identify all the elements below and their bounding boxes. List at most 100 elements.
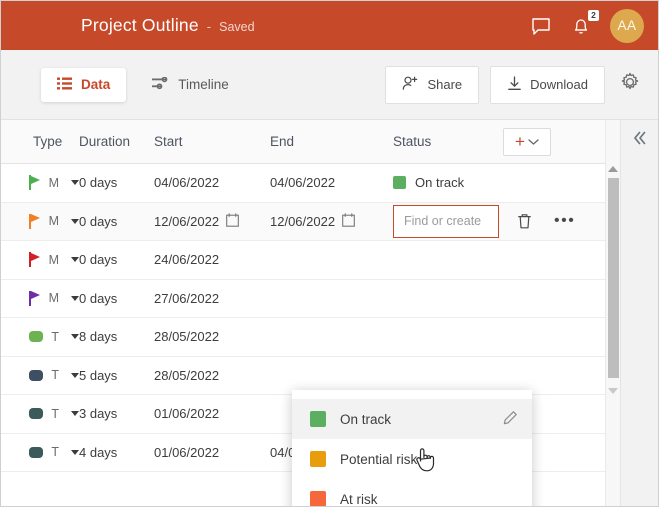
table-row[interactable]: M0 days 04/06/2022 04/06/2022 On track xyxy=(1,164,605,203)
cell-end[interactable]: 12/06/2022 xyxy=(270,213,393,230)
column-header-type[interactable]: Type xyxy=(1,134,79,149)
gear-icon[interactable] xyxy=(616,68,644,101)
status-option-on-track[interactable]: On track xyxy=(292,399,532,439)
cell-actions: ••• xyxy=(503,213,598,230)
cell-duration[interactable]: 3 days xyxy=(79,406,154,421)
list-icon xyxy=(57,77,72,93)
status-option-label: Potential risk xyxy=(340,451,418,467)
chat-bubble-icon[interactable] xyxy=(530,15,552,37)
task-bar-icon xyxy=(29,446,44,458)
start-date-value: 24/06/2022 xyxy=(154,252,220,268)
calendar-icon[interactable] xyxy=(226,213,239,230)
cell-duration[interactable]: 0 days xyxy=(79,291,154,306)
end-date-value: 04/06/2022 xyxy=(270,175,336,191)
chevron-down-icon[interactable] xyxy=(71,218,79,224)
column-header-status[interactable]: Status xyxy=(393,134,503,149)
type-label: M xyxy=(48,214,59,229)
add-column-button[interactable]: + xyxy=(503,127,551,156)
share-button-label: Share xyxy=(427,77,463,92)
grid-table: Type Duration Start End Status + M 0 days… xyxy=(1,120,605,506)
cell-status[interactable]: Find or create xyxy=(393,204,503,238)
cell-start[interactable]: 01/06/2022 xyxy=(154,445,270,460)
grid-area: Type Duration Start End Status + M 0 days… xyxy=(1,120,658,506)
save-status-label: Saved xyxy=(219,20,255,34)
start-date-value: 12/06/2022 xyxy=(154,213,220,229)
cell-type[interactable]: M xyxy=(1,213,79,229)
find-or-create-placeholder: Find or create xyxy=(404,214,482,229)
milestone-flag-icon xyxy=(29,175,41,191)
cell-start[interactable]: 28/05/2022 xyxy=(154,368,270,383)
cell-type[interactable]: M xyxy=(1,252,79,268)
chevron-down-icon[interactable] xyxy=(71,295,79,301)
type-label: M xyxy=(48,291,59,306)
cell-duration[interactable]: 8 days xyxy=(79,329,154,344)
cell-type[interactable]: M xyxy=(1,175,79,191)
cell-end[interactable]: 04/06/2022 xyxy=(270,175,393,190)
cell-start[interactable]: 28/05/2022 xyxy=(154,329,270,344)
status-option-label: On track xyxy=(340,411,392,427)
table-row[interactable]: M0 days 12/06/2022 12/06/2022 Find or creat… xyxy=(1,202,605,241)
chevron-down-icon[interactable] xyxy=(71,257,79,263)
cell-duration[interactable]: 0 days xyxy=(79,252,154,267)
chevron-down-icon[interactable] xyxy=(71,449,79,455)
scroll-down-arrow-icon[interactable] xyxy=(608,388,618,394)
cell-start[interactable]: 04/06/2022 xyxy=(154,175,270,190)
find-or-create-input[interactable]: Find or create xyxy=(393,204,499,238)
more-horizontal-icon[interactable]: ••• xyxy=(554,213,575,229)
cell-type[interactable]: T xyxy=(1,445,79,459)
status-option-potential-risk[interactable]: Potential risk xyxy=(292,439,532,479)
scrollbar-thumb[interactable] xyxy=(608,178,619,378)
type-label: M xyxy=(48,175,59,190)
chevron-down-icon[interactable] xyxy=(71,180,79,186)
cell-start[interactable]: 27/06/2022 xyxy=(154,291,270,306)
column-header-start[interactable]: Start xyxy=(154,134,270,149)
chevron-down-icon[interactable] xyxy=(71,372,79,378)
avatar[interactable]: AA xyxy=(610,8,644,43)
cell-duration[interactable]: 4 days xyxy=(79,445,154,460)
milestone-flag-icon xyxy=(29,252,41,268)
tab-data-label: Data xyxy=(81,77,111,92)
milestone-flag-icon xyxy=(29,213,41,229)
double-chevron-left-icon[interactable] xyxy=(632,130,648,506)
tab-data[interactable]: Data xyxy=(41,67,127,102)
cell-duration[interactable]: 0 days xyxy=(79,214,154,229)
tab-timeline[interactable]: Timeline xyxy=(136,68,245,102)
calendar-icon[interactable] xyxy=(342,213,355,230)
cell-status[interactable]: On track xyxy=(393,175,503,190)
cell-start[interactable]: 01/06/2022 xyxy=(154,406,270,421)
cell-duration[interactable]: 5 days xyxy=(79,368,154,383)
end-date-value: 12/06/2022 xyxy=(270,213,336,229)
cell-type[interactable]: T xyxy=(1,368,79,382)
table-row[interactable]: T 8 days 28/05/2022 xyxy=(1,318,605,357)
vertical-scrollbar[interactable] xyxy=(605,120,620,506)
download-button-label: Download xyxy=(530,77,588,92)
trash-icon[interactable] xyxy=(517,213,532,230)
status-dropdown-menu: On track Potential risk At risk xyxy=(292,390,532,506)
cell-start[interactable]: 12/06/2022 xyxy=(154,213,270,230)
type-label: T xyxy=(51,329,59,344)
cell-duration[interactable]: 0 days xyxy=(79,175,154,190)
cell-type[interactable]: T xyxy=(1,407,79,421)
type-label: T xyxy=(51,445,59,460)
task-bar-icon xyxy=(29,369,44,381)
bell-icon[interactable]: 2 xyxy=(570,9,599,37)
chevron-down-icon[interactable] xyxy=(71,411,79,417)
column-header-end[interactable]: End xyxy=(270,134,393,149)
table-row[interactable]: M 0 days 24/06/2022 xyxy=(1,241,605,280)
column-header-duration[interactable]: Duration xyxy=(79,134,154,149)
start-date-value: 01/06/2022 xyxy=(154,444,220,460)
table-row[interactable]: M 0 days 27/06/2022 xyxy=(1,279,605,318)
pencil-icon[interactable] xyxy=(502,410,518,429)
scroll-up-arrow-icon[interactable] xyxy=(608,166,618,172)
status-option-at-risk[interactable]: At risk xyxy=(292,479,532,506)
share-button[interactable]: Share xyxy=(385,65,480,104)
status-color-swatch xyxy=(310,411,326,427)
cell-start[interactable]: 24/06/2022 xyxy=(154,252,270,267)
download-button[interactable]: Download xyxy=(490,65,605,104)
chevron-down-icon[interactable] xyxy=(71,334,79,340)
status-color-swatch xyxy=(310,491,326,506)
task-bar-icon xyxy=(29,331,44,343)
cell-type[interactable]: T xyxy=(1,330,79,344)
view-toolbar: Data Timeline Share Download xyxy=(1,50,658,120)
cell-type[interactable]: M xyxy=(1,290,79,306)
